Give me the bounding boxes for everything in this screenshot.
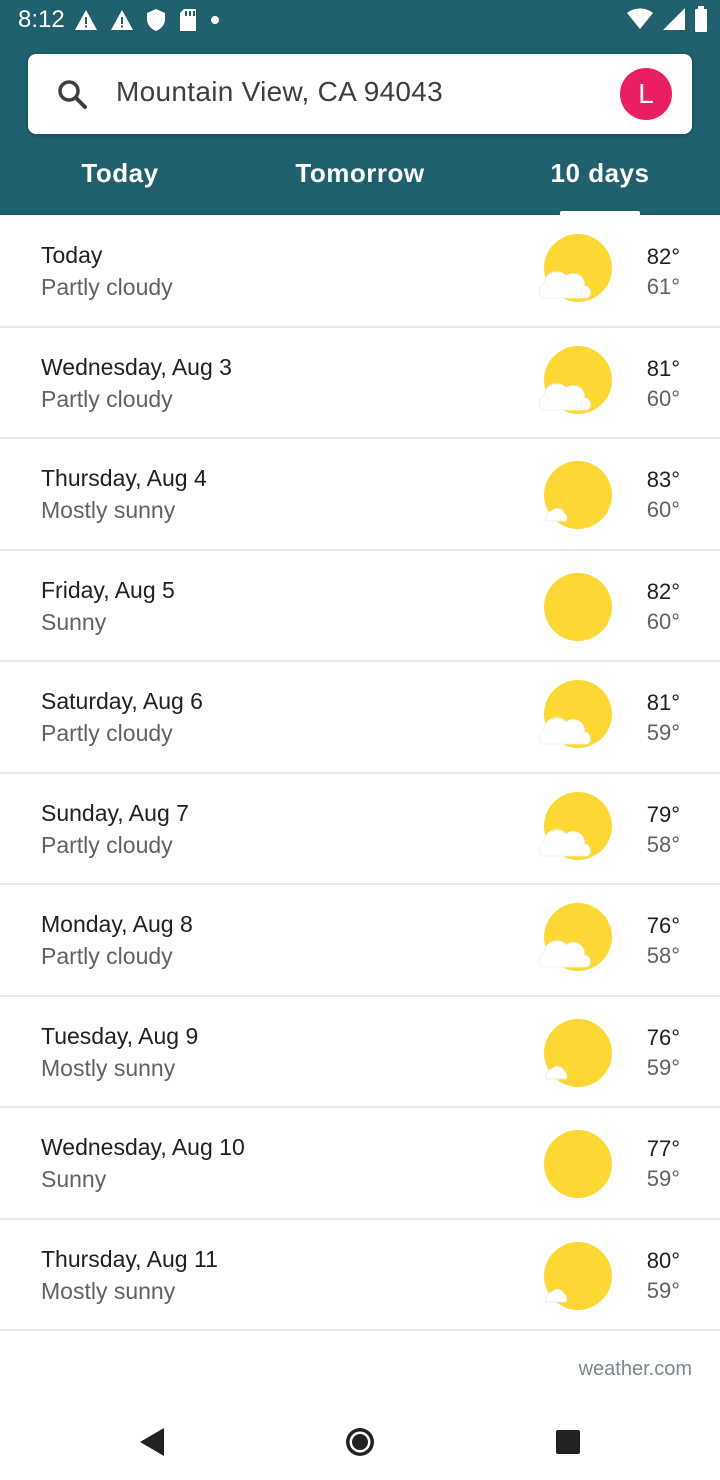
temp-high: 81° (646, 690, 680, 715)
forecast-row[interactable]: Thursday, Aug 11 Mostly sunny 80° 59° (0, 1220, 720, 1331)
forecast-row[interactable]: Monday, Aug 8 Partly cloudy 76° 58° (0, 885, 720, 997)
warning-icon (111, 10, 133, 30)
avatar[interactable]: L (620, 68, 672, 120)
day-condition: Mostly sunny (41, 497, 176, 523)
status-bar: 8:12 (0, 0, 720, 40)
location-search-bar[interactable]: Mountain View, CA 94043 L (28, 54, 692, 134)
temp-low: 59° (646, 1166, 680, 1191)
tab-today[interactable]: Today (40, 158, 200, 189)
temp-low: 60° (646, 385, 680, 411)
temp-low: 58° (646, 943, 680, 968)
home-icon[interactable] (340, 1422, 380, 1462)
day-condition: Sunny (41, 608, 107, 635)
partly-cloudy-icon (538, 680, 612, 748)
temp-high: 82° (646, 578, 680, 604)
forecast-row[interactable]: Saturday, Aug 6 Partly cloudy 81° 59° (0, 662, 720, 774)
forecast-row[interactable]: Wednesday, Aug 3 Partly cloudy 81° 60° (0, 328, 720, 439)
temp-low: 59° (646, 720, 680, 745)
mostly-sunny-icon (544, 461, 612, 529)
search-icon (58, 80, 87, 109)
back-icon[interactable] (134, 1422, 174, 1462)
forecast-tabs: Today Tomorrow 10 days (0, 148, 720, 215)
temp-low: 60° (646, 497, 680, 522)
temp-low: 58° (646, 831, 680, 857)
mostly-sunny-icon (544, 1241, 612, 1310)
signal-icon (663, 8, 685, 30)
day-condition: Mostly sunny (41, 1054, 176, 1081)
forecast-row[interactable]: Sunday, Aug 7 Partly cloudy 79° 58° (0, 774, 720, 885)
mostly-sunny-icon (544, 1018, 612, 1087)
temp-low: 59° (646, 1277, 680, 1303)
wifi-icon (627, 8, 653, 29)
day-name: Today (41, 242, 103, 268)
forecast-row[interactable]: Today Partly cloudy 82° 61° (0, 216, 720, 328)
tab-indicator (560, 211, 640, 215)
forecast-row[interactable]: Thursday, Aug 4 Mostly sunny 83° 60° (0, 439, 720, 551)
navigation-bar (0, 1400, 720, 1480)
warning-icon (75, 10, 97, 30)
day-condition: Partly cloudy (41, 720, 173, 746)
temp-high: 83° (646, 467, 680, 492)
tab-10-days[interactable]: 10 days (520, 158, 680, 189)
dot-icon (211, 16, 219, 24)
day-name: Monday, Aug 8 (41, 911, 193, 937)
partly-cloudy-icon (538, 345, 612, 414)
tab-tomorrow[interactable]: Tomorrow (270, 158, 450, 189)
day-name: Tuesday, Aug 9 (41, 1022, 199, 1049)
day-condition: Partly cloudy (41, 831, 173, 858)
day-condition: Partly cloudy (41, 385, 173, 412)
forecast-row[interactable]: Friday, Aug 5 Sunny 82° 60° (0, 551, 720, 662)
day-condition: Partly cloudy (41, 943, 173, 969)
day-condition: Partly cloudy (41, 274, 173, 300)
avatar-initial: L (638, 78, 654, 109)
temp-high: 76° (646, 913, 680, 938)
partly-cloudy-icon (538, 903, 612, 971)
forecast-list: Today Partly cloudy 82° 61° Wednesday, A… (0, 216, 720, 1331)
location-text[interactable]: Mountain View, CA 94043 (116, 76, 443, 108)
temp-high: 76° (646, 1024, 680, 1050)
day-name: Sunday, Aug 7 (41, 799, 189, 826)
partly-cloudy-icon (538, 234, 612, 302)
temp-high: 82° (646, 244, 680, 269)
day-name: Saturday, Aug 6 (41, 688, 203, 714)
day-condition: Mostly sunny (41, 1277, 176, 1304)
attribution[interactable]: weather.com (579, 1358, 692, 1381)
day-name: Wednesday, Aug 3 (41, 353, 232, 380)
sd-card-icon (180, 9, 196, 31)
forecast-row[interactable]: Tuesday, Aug 9 Mostly sunny 76° 59° (0, 997, 720, 1108)
day-name: Thursday, Aug 4 (41, 465, 207, 491)
day-name: Friday, Aug 5 (41, 576, 175, 603)
day-name: Wednesday, Aug 10 (41, 1134, 245, 1160)
temp-high: 81° (646, 355, 680, 381)
system-icons (626, 6, 708, 32)
recents-icon[interactable] (548, 1422, 588, 1462)
temp-high: 77° (646, 1136, 680, 1161)
forecast-row[interactable]: Wednesday, Aug 10 Sunny 77° 59° (0, 1108, 720, 1220)
sunny-icon (544, 572, 612, 641)
temp-low: 61° (646, 274, 680, 299)
header: 8:12 Mountain View, CA 94043 L Today Tom… (0, 0, 720, 215)
shield-icon (147, 9, 165, 31)
notification-icons (74, 8, 220, 32)
temp-high: 80° (646, 1247, 680, 1273)
battery-icon (695, 6, 707, 32)
day-condition: Sunny (41, 1166, 107, 1192)
temp-high: 79° (646, 801, 680, 827)
status-time: 8:12 (18, 6, 65, 33)
sunny-icon (544, 1130, 612, 1198)
partly-cloudy-icon (538, 791, 612, 860)
temp-low: 60° (646, 608, 680, 634)
temp-low: 59° (646, 1054, 680, 1080)
day-name: Thursday, Aug 11 (41, 1245, 218, 1272)
